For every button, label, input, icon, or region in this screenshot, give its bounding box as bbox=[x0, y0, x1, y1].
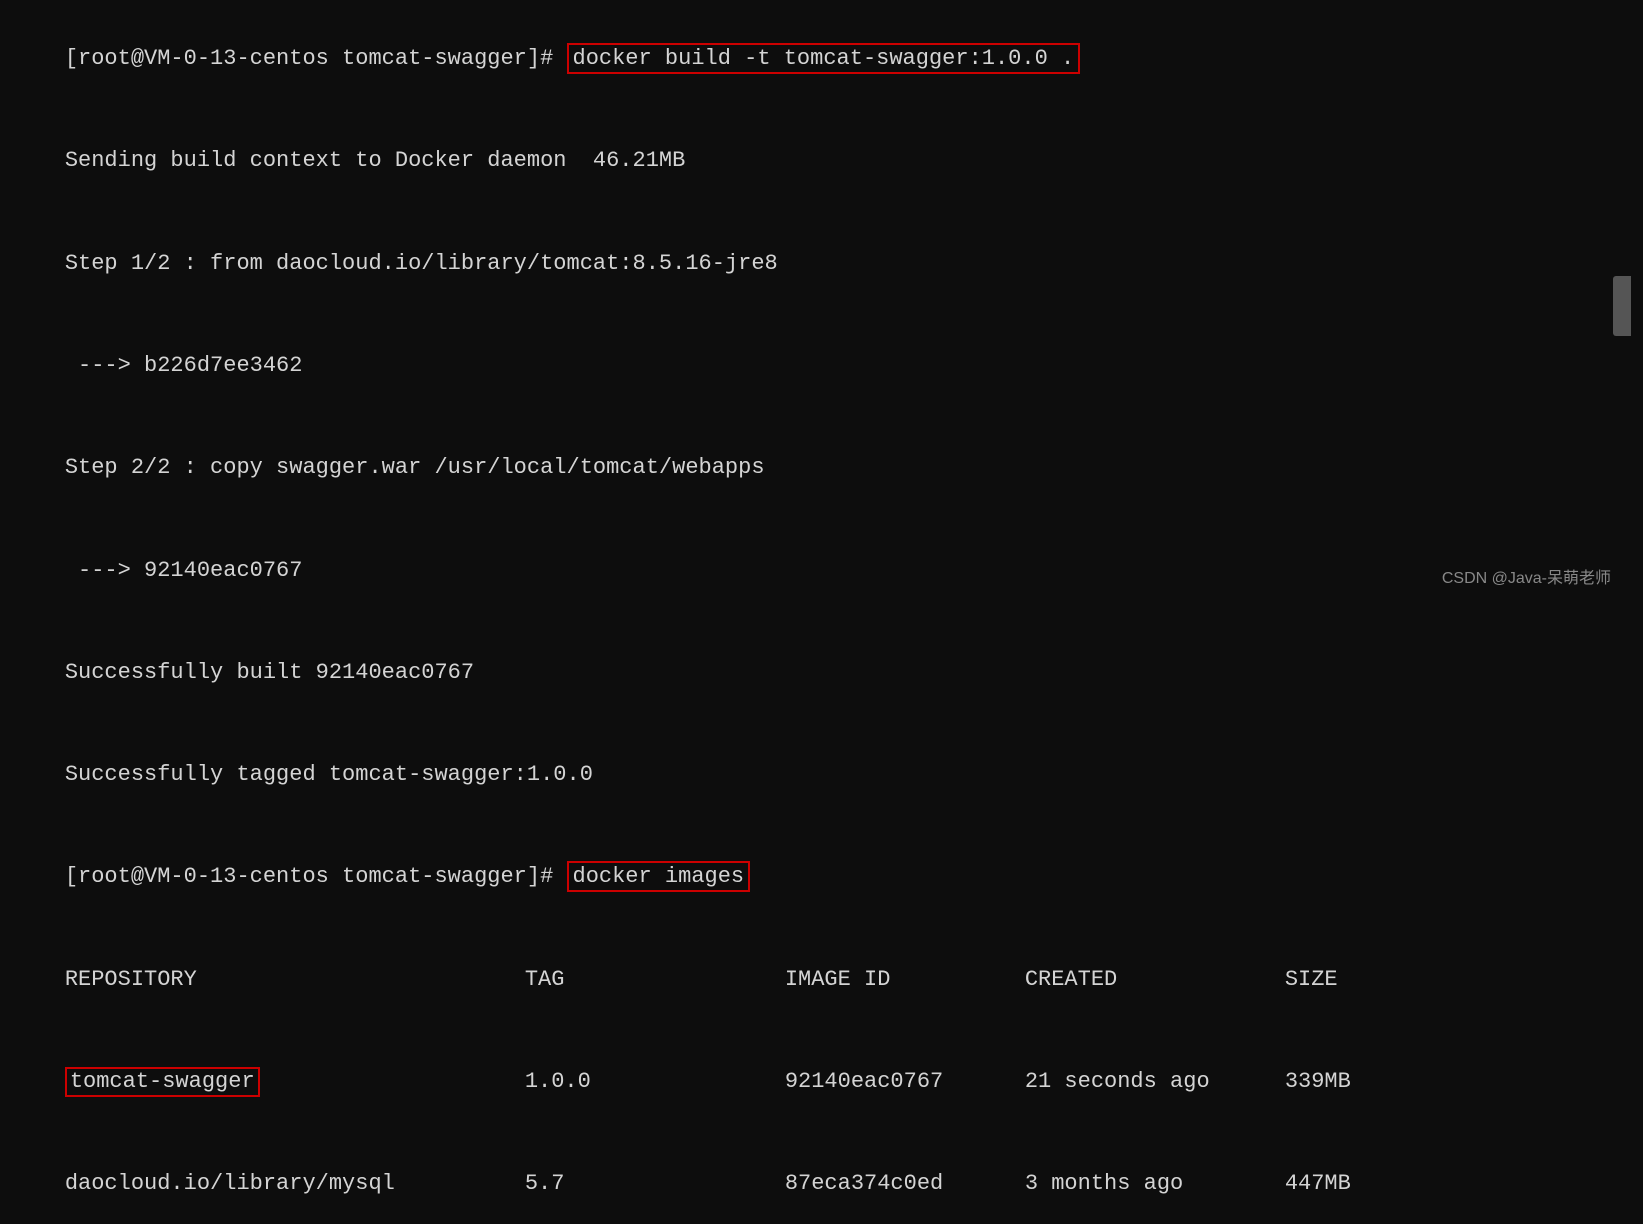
table-header-created: CREATED bbox=[1025, 963, 1285, 997]
terminal-line-4: ---> b226d7ee3462 bbox=[12, 315, 1631, 417]
size-2: 447MB bbox=[1285, 1171, 1351, 1196]
imageid-2: 87eca374c0ed bbox=[785, 1167, 1025, 1201]
watermark: CSDN @Java-呆萌老师 bbox=[1442, 567, 1611, 592]
table-header: REPOSITORY bbox=[65, 963, 525, 997]
terminal-line-7: Successfully built 92140eac0767 bbox=[12, 622, 1631, 724]
created-1: 21 seconds ago bbox=[1025, 1065, 1285, 1099]
terminal-line-6: ---> 92140eac0767 bbox=[12, 519, 1631, 621]
output-5: Step 2/2 : copy swagger.war /usr/local/t… bbox=[65, 455, 765, 480]
terminal-line-11: tomcat-swagger1.0.092140eac076721 second… bbox=[12, 1031, 1631, 1133]
command-1: docker build -t tomcat-swagger:1.0.0 . bbox=[567, 43, 1081, 74]
output-7: Successfully built 92140eac0767 bbox=[65, 660, 474, 685]
output-4: ---> b226d7ee3462 bbox=[65, 353, 303, 378]
output-2: Sending build context to Docker daemon 4… bbox=[65, 148, 686, 173]
output-3: Step 1/2 : from daocloud.io/library/tomc… bbox=[65, 251, 778, 276]
size-1: 339MB bbox=[1285, 1069, 1351, 1094]
terminal-line-12: daocloud.io/library/mysql5.787eca374c0ed… bbox=[12, 1133, 1631, 1224]
created-2: 3 months ago bbox=[1025, 1167, 1285, 1201]
terminal-line-10: REPOSITORYTAGIMAGE IDCREATEDSIZE bbox=[12, 929, 1631, 1031]
tag-2: 5.7 bbox=[525, 1167, 785, 1201]
table-header-size: SIZE bbox=[1285, 967, 1338, 992]
terminal-line-5: Step 2/2 : copy swagger.war /usr/local/t… bbox=[12, 417, 1631, 519]
terminal-line-3: Step 1/2 : from daocloud.io/library/tomc… bbox=[12, 213, 1631, 315]
terminal-line-2: Sending build context to Docker daemon 4… bbox=[12, 110, 1631, 212]
table-header-tag: TAG bbox=[525, 963, 785, 997]
terminal-line-1: [root@VM-0-13-centos tomcat-swagger]# do… bbox=[12, 8, 1631, 110]
command-9: docker images bbox=[567, 861, 751, 892]
terminal-window: [root@VM-0-13-centos tomcat-swagger]# do… bbox=[12, 8, 1631, 604]
scrollbar[interactable] bbox=[1613, 276, 1631, 336]
table-header-imageid: IMAGE ID bbox=[785, 963, 1025, 997]
output-8: Successfully tagged tomcat-swagger:1.0.0 bbox=[65, 762, 593, 787]
repo-mysql: daocloud.io/library/mysql bbox=[65, 1167, 525, 1201]
tag-1: 1.0.0 bbox=[525, 1065, 785, 1099]
output-6: ---> 92140eac0767 bbox=[65, 558, 303, 583]
prompt-9: [root@VM-0-13-centos tomcat-swagger]# bbox=[65, 864, 567, 889]
prompt-1: [root@VM-0-13-centos tomcat-swagger]# bbox=[65, 46, 567, 71]
terminal-line-9: [root@VM-0-13-centos tomcat-swagger]# do… bbox=[12, 826, 1631, 928]
terminal-line-8: Successfully tagged tomcat-swagger:1.0.0 bbox=[12, 724, 1631, 826]
repo-tomcat-swagger: tomcat-swagger bbox=[65, 1065, 525, 1099]
imageid-1: 92140eac0767 bbox=[785, 1065, 1025, 1099]
